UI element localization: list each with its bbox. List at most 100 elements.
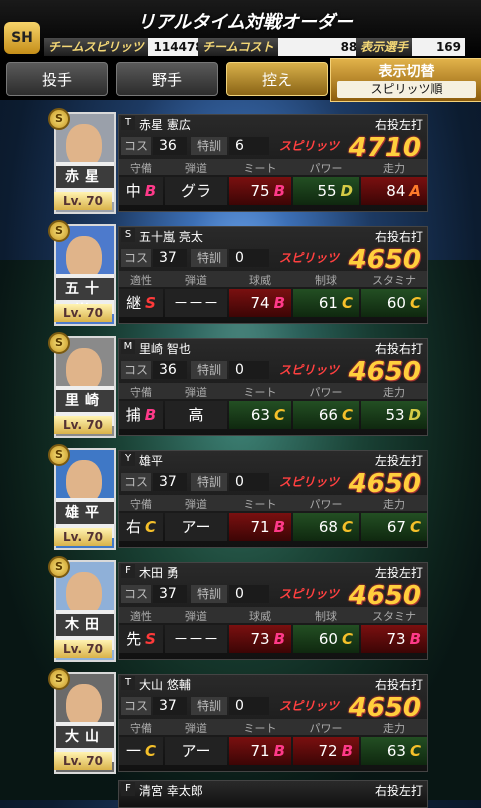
- team-icon: S: [121, 228, 135, 242]
- player-card[interactable]: S 木田 Lv. 70 F 木田 勇 左投左打 コス 37 特訓 0 スピリッツ: [48, 556, 430, 662]
- stat1-cell: 63 C: [229, 401, 291, 429]
- stat-header-row: 守備 弾道 ミート パワー 走力: [119, 383, 427, 399]
- stat-header: 走力: [383, 722, 405, 735]
- stat2-value: 55: [317, 182, 337, 200]
- team-icon: F: [121, 782, 135, 796]
- training-value: 0: [229, 361, 269, 379]
- team-icon: T: [121, 676, 135, 690]
- stat1-value: 63: [250, 406, 270, 424]
- player-short-name: 雄平: [56, 502, 114, 524]
- trajectory-value: アー: [181, 518, 211, 536]
- player-name-row: F 清宮 幸太郎 右投左打: [119, 781, 427, 799]
- stat3-grade: C: [409, 294, 421, 312]
- player-level: Lv. 70: [54, 304, 112, 322]
- stat3-cell: 73 B: [361, 625, 427, 653]
- player-card[interactable]: S 大山 Lv. 70 T 大山 悠輔 右投右打 コス 37 特訓 0 スピリッ: [48, 668, 430, 774]
- spirit-coin-icon: S: [48, 668, 70, 690]
- position-cell: 先S: [119, 625, 163, 653]
- trajectory-value: －－－: [173, 294, 219, 312]
- player-name: 里崎 智也: [139, 342, 191, 356]
- spirit-coin-icon: S: [48, 556, 70, 578]
- stat2-grade: C: [341, 518, 353, 536]
- position-value: 継: [126, 294, 142, 312]
- stat-header-row: 守備 弾道 ミート パワー 走力: [119, 159, 427, 175]
- player-info: S 五十嵐 亮太 右投右打 コス 37 特訓 0 スピリッツ 4650 適性 弾…: [118, 226, 428, 324]
- stat2-cell: 55 D: [293, 177, 359, 205]
- position-value: 先: [126, 630, 142, 648]
- player-handedness: 左投左打: [374, 454, 423, 468]
- display-count-label: 表示選手: [356, 38, 413, 56]
- player-card[interactable]: S 雄平 Lv. 70 Y 雄平 左投左打 コス 37 特訓 0 スピリッツ 4…: [48, 444, 430, 550]
- player-handedness: 左投左打: [374, 566, 423, 580]
- stat-header: 適性: [130, 610, 152, 623]
- player-short-name: 木田: [56, 614, 114, 636]
- position-value: 右: [125, 518, 141, 536]
- player-info: T 大山 悠輔 右投右打 コス 37 特訓 0 スピリッツ 4650 守備 弾道…: [118, 674, 428, 772]
- position-cell: 中B: [119, 177, 163, 205]
- page-title: リアルタイム対戦オーダー: [137, 12, 353, 33]
- stat3-value: 63: [386, 742, 406, 760]
- cost-value: 37: [153, 249, 187, 267]
- stat-header: パワー: [309, 498, 343, 511]
- player-card[interactable]: S 赤星 Lv. 70 T 赤星 憲広 右投左打 コス 36 特訓 6 スピリッ: [48, 108, 430, 214]
- stat-values-row: 右C アー 71 B 68 C 67 C: [119, 513, 427, 543]
- stat3-cell: 63 C: [361, 737, 427, 765]
- stat-header: 制球: [315, 610, 337, 623]
- stat-header-row: 適性 弾道 球威 制球 スタミナ: [119, 607, 427, 623]
- stat-header: 弾道: [185, 610, 207, 623]
- position-cell: 捕B: [119, 401, 163, 429]
- spirits-label: スピリッツ: [279, 251, 340, 265]
- team-cost: チームコスト 880: [198, 38, 370, 56]
- player-name-row: M 里崎 智也 右投右打: [119, 339, 427, 357]
- trajectory-value: グラ: [180, 182, 211, 200]
- position-cell: 継S: [119, 289, 163, 317]
- tab-fielder[interactable]: 野手: [116, 62, 218, 96]
- cost-value: 36: [153, 137, 187, 155]
- player-handedness: 右投右打: [374, 678, 423, 692]
- position-grade: S: [145, 630, 156, 648]
- stat-header: ミート: [243, 162, 277, 175]
- trajectory-value: 高: [188, 406, 204, 424]
- stat-header: 走力: [383, 498, 405, 511]
- stat-values-row: 継S －－－ 74 B 61 C 60 C: [119, 289, 427, 319]
- stat1-cell: 71 B: [229, 513, 291, 541]
- stat-header: ミート: [243, 386, 277, 399]
- display-switch-button[interactable]: 表示切替 スピリッツ順: [330, 58, 481, 102]
- stat1-value: 75: [250, 182, 270, 200]
- player-info: Y 雄平 左投左打 コス 37 特訓 0 スピリッツ 4650 守備 弾道 ミー…: [118, 450, 428, 548]
- stat-header: 制球: [315, 274, 337, 287]
- cost-label: コス: [121, 361, 151, 379]
- player-card[interactable]: S 里崎 Lv. 70 M 里崎 智也 右投右打 コス 36 特訓 0 スピリッ: [48, 332, 430, 438]
- spirits-label: スピリッツ: [279, 587, 340, 601]
- tab-bench[interactable]: 控え: [226, 62, 328, 96]
- stat1-value: 73: [250, 630, 270, 648]
- player-name-row: S 五十嵐 亮太 右投右打: [119, 227, 427, 245]
- player-handedness: 右投左打: [374, 784, 423, 798]
- stat-header: 弾道: [185, 498, 207, 511]
- stat-header: 球威: [249, 274, 271, 287]
- position-grade: S: [145, 294, 156, 312]
- stat1-value: 71: [250, 742, 270, 760]
- stat-header: 走力: [383, 162, 405, 175]
- training-value: 0: [229, 473, 269, 491]
- position-cell: 一C: [119, 737, 163, 765]
- stat-header: 弾道: [185, 162, 207, 175]
- stat-header: 守備: [130, 162, 152, 175]
- stat1-cell: 71 B: [229, 737, 291, 765]
- trajectory-cell: グラ: [165, 177, 227, 205]
- header: SH リアルタイム対戦オーダー チームスピリッツ 114478 チームコスト 8…: [0, 0, 481, 58]
- stat3-value: 60: [386, 294, 406, 312]
- trajectory-cell: －－－: [165, 625, 227, 653]
- position-value: 一: [125, 742, 141, 760]
- stat-values-row: 一C アー 71 B 72 B 63 C: [119, 737, 427, 767]
- stat2-grade: C: [341, 294, 353, 312]
- player-card-partial[interactable]: F 清宮 幸太郎 右投左打: [48, 774, 430, 808]
- player-card[interactable]: S 五十嵐 Lv. 70 S 五十嵐 亮太 右投右打 コス 37 特訓 0 スピ: [48, 220, 430, 326]
- player-name-row: T 赤星 憲広 右投左打: [119, 115, 427, 133]
- stat1-grade: B: [273, 294, 285, 312]
- cost-value: 37: [153, 585, 187, 603]
- team-icon: Y: [121, 452, 135, 466]
- tab-pitcher[interactable]: 投手: [6, 62, 108, 96]
- stat3-value: 53: [385, 406, 405, 424]
- player-short-name: 赤星: [56, 166, 114, 188]
